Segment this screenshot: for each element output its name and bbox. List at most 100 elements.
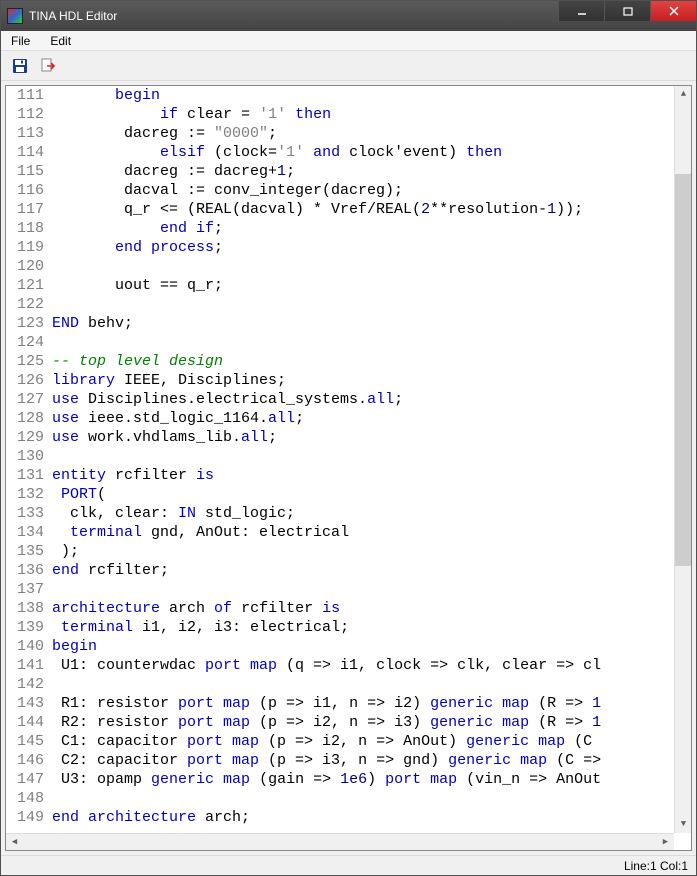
line-number: 122 bbox=[6, 295, 50, 314]
save-button[interactable] bbox=[9, 55, 31, 77]
code-text[interactable] bbox=[50, 333, 691, 352]
code-text[interactable]: end rcfilter; bbox=[50, 561, 691, 580]
code-text[interactable]: if clear = '1' then bbox=[50, 105, 691, 124]
code-text[interactable]: uout == q_r; bbox=[50, 276, 691, 295]
code-line[interactable]: 141 U1: counterwdac port map (q => i1, c… bbox=[6, 656, 691, 675]
code-line[interactable]: 117 q_r <= (REAL(dacval) * Vref/REAL(2**… bbox=[6, 200, 691, 219]
line-number: 149 bbox=[6, 808, 50, 827]
code-text[interactable]: PORT( bbox=[50, 485, 691, 504]
code-line[interactable]: 142 bbox=[6, 675, 691, 694]
code-text[interactable]: U3: opamp generic map (gain => 1e6) port… bbox=[50, 770, 691, 789]
vscroll-track[interactable] bbox=[675, 103, 691, 816]
code-text[interactable]: U1: counterwdac port map (q => i1, clock… bbox=[50, 656, 691, 675]
code-text[interactable]: dacreg := "0000"; bbox=[50, 124, 691, 143]
code-line[interactable]: 137 bbox=[6, 580, 691, 599]
scroll-left-button[interactable]: ◀ bbox=[6, 834, 23, 850]
code-line[interactable]: 118 end if; bbox=[6, 219, 691, 238]
code-text[interactable] bbox=[50, 789, 691, 808]
code-text[interactable]: end if; bbox=[50, 219, 691, 238]
code-line[interactable]: 149end architecture arch; bbox=[6, 808, 691, 827]
line-number: 125 bbox=[6, 352, 50, 371]
code-line[interactable]: 143 R1: resistor port map (p => i1, n =>… bbox=[6, 694, 691, 713]
horizontal-scrollbar[interactable]: ◀ ▶ bbox=[6, 833, 674, 850]
code-line[interactable]: 146 C2: capacitor port map (p => i3, n =… bbox=[6, 751, 691, 770]
code-line[interactable]: 134 terminal gnd, AnOut: electrical bbox=[6, 523, 691, 542]
code-line[interactable]: 135 ); bbox=[6, 542, 691, 561]
code-line[interactable]: 145 C1: capacitor port map (p => i2, n =… bbox=[6, 732, 691, 751]
hscroll-track[interactable] bbox=[23, 834, 657, 850]
code-text[interactable]: clk, clear: IN std_logic; bbox=[50, 504, 691, 523]
code-text[interactable] bbox=[50, 675, 691, 694]
menu-edit[interactable]: Edit bbox=[44, 33, 77, 49]
code-text[interactable]: begin bbox=[50, 637, 691, 656]
code-text[interactable]: architecture arch of rcfilter is bbox=[50, 599, 691, 618]
code-text[interactable] bbox=[50, 295, 691, 314]
vscroll-thumb[interactable] bbox=[675, 174, 691, 566]
code-text[interactable]: terminal i1, i2, i3: electrical; bbox=[50, 618, 691, 637]
scroll-right-button[interactable]: ▶ bbox=[657, 834, 674, 850]
code-text[interactable]: elsif (clock='1' and clock'event) then bbox=[50, 143, 691, 162]
code-text[interactable]: -- top level design bbox=[50, 352, 691, 371]
code-text[interactable]: R1: resistor port map (p => i1, n => i2)… bbox=[50, 694, 691, 713]
code-text[interactable]: ); bbox=[50, 542, 691, 561]
vertical-scrollbar[interactable]: ▲ ▼ bbox=[674, 86, 691, 833]
code-line[interactable]: 122 bbox=[6, 295, 691, 314]
code-line[interactable]: 136end rcfilter; bbox=[6, 561, 691, 580]
code-text[interactable]: terminal gnd, AnOut: electrical bbox=[50, 523, 691, 542]
code-line[interactable]: 130 bbox=[6, 447, 691, 466]
code-line[interactable]: 115 dacreg := dacreg+1; bbox=[6, 162, 691, 181]
code-text[interactable] bbox=[50, 257, 691, 276]
line-number: 146 bbox=[6, 751, 50, 770]
code-text[interactable]: end architecture arch; bbox=[50, 808, 691, 827]
code-text[interactable]: R2: resistor port map (p => i2, n => i3)… bbox=[50, 713, 691, 732]
code-text[interactable]: use work.vhdlams_lib.all; bbox=[50, 428, 691, 447]
code-line[interactable]: 140begin bbox=[6, 637, 691, 656]
code-line[interactable]: 124 bbox=[6, 333, 691, 352]
code-line[interactable]: 144 R2: resistor port map (p => i2, n =>… bbox=[6, 713, 691, 732]
code-line[interactable]: 116 dacval := conv_integer(dacreg); bbox=[6, 181, 691, 200]
code-line[interactable]: 112 if clear = '1' then bbox=[6, 105, 691, 124]
code-line[interactable]: 147 U3: opamp generic map (gain => 1e6) … bbox=[6, 770, 691, 789]
code-line[interactable]: 148 bbox=[6, 789, 691, 808]
code-text[interactable]: q_r <= (REAL(dacval) * Vref/REAL(2**reso… bbox=[50, 200, 691, 219]
code-line[interactable]: 123END behv; bbox=[6, 314, 691, 333]
close-button[interactable] bbox=[650, 1, 696, 21]
code-text[interactable]: C2: capacitor port map (p => i3, n => gn… bbox=[50, 751, 691, 770]
menu-file[interactable]: File bbox=[5, 33, 36, 49]
code-line[interactable]: 113 dacreg := "0000"; bbox=[6, 124, 691, 143]
code-line[interactable]: 111 begin bbox=[6, 86, 691, 105]
code-line[interactable]: 128use ieee.std_logic_1164.all; bbox=[6, 409, 691, 428]
code-line[interactable]: 119 end process; bbox=[6, 238, 691, 257]
code-line[interactable]: 131entity rcfilter is bbox=[6, 466, 691, 485]
code-text[interactable] bbox=[50, 447, 691, 466]
code-line[interactable]: 120 bbox=[6, 257, 691, 276]
code-line[interactable]: 139 terminal i1, i2, i3: electrical; bbox=[6, 618, 691, 637]
code-line[interactable]: 126library IEEE, Disciplines; bbox=[6, 371, 691, 390]
scroll-down-button[interactable]: ▼ bbox=[675, 816, 691, 833]
code-line[interactable]: 114 elsif (clock='1' and clock'event) th… bbox=[6, 143, 691, 162]
export-button[interactable] bbox=[37, 55, 59, 77]
code-text[interactable]: end process; bbox=[50, 238, 691, 257]
code-text[interactable]: library IEEE, Disciplines; bbox=[50, 371, 691, 390]
code-line[interactable]: 121 uout == q_r; bbox=[6, 276, 691, 295]
code-line[interactable]: 138architecture arch of rcfilter is bbox=[6, 599, 691, 618]
code-text[interactable]: entity rcfilter is bbox=[50, 466, 691, 485]
code-text[interactable]: dacval := conv_integer(dacreg); bbox=[50, 181, 691, 200]
code-text[interactable]: C1: capacitor port map (p => i2, n => An… bbox=[50, 732, 691, 751]
code-line[interactable]: 127use Disciplines.electrical_systems.al… bbox=[6, 390, 691, 409]
minimize-button[interactable] bbox=[558, 1, 604, 21]
maximize-button[interactable] bbox=[604, 1, 650, 21]
scroll-up-button[interactable]: ▲ bbox=[675, 86, 691, 103]
code-text[interactable]: begin bbox=[50, 86, 691, 105]
code-line[interactable]: 133 clk, clear: IN std_logic; bbox=[6, 504, 691, 523]
code-line[interactable]: 129use work.vhdlams_lib.all; bbox=[6, 428, 691, 447]
code-editor[interactable]: 111 begin112 if clear = '1' then113 dacr… bbox=[6, 86, 691, 850]
code-text[interactable]: use Disciplines.electrical_systems.all; bbox=[50, 390, 691, 409]
titlebar[interactable]: TINA HDL Editor bbox=[1, 1, 696, 31]
code-text[interactable] bbox=[50, 580, 691, 599]
code-text[interactable]: END behv; bbox=[50, 314, 691, 333]
code-line[interactable]: 132 PORT( bbox=[6, 485, 691, 504]
code-line[interactable]: 125-- top level design bbox=[6, 352, 691, 371]
code-text[interactable]: use ieee.std_logic_1164.all; bbox=[50, 409, 691, 428]
code-text[interactable]: dacreg := dacreg+1; bbox=[50, 162, 691, 181]
